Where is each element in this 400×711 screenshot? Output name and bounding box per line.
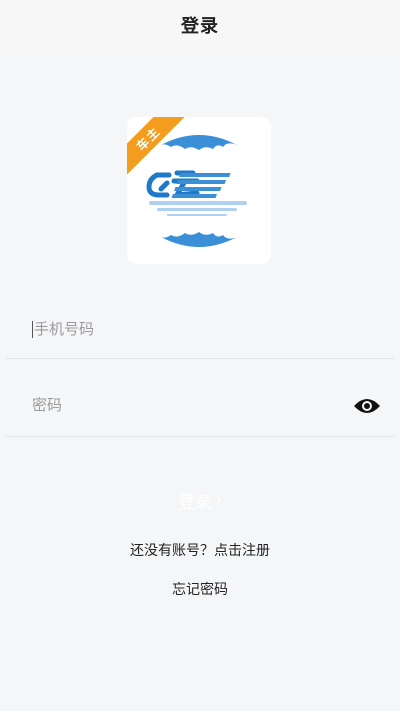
text-cursor: [32, 320, 33, 338]
app-header: 登录: [0, 0, 400, 50]
eye-icon[interactable]: [353, 396, 381, 416]
chevron-right-icon: ›: [216, 491, 222, 509]
login-button-label: 登录: [178, 492, 212, 513]
register-link[interactable]: 还没有账号？点击注册: [0, 540, 400, 560]
phone-divider: [6, 358, 394, 359]
password-input[interactable]: [32, 396, 332, 414]
forgot-password-link[interactable]: 忘记密码: [0, 579, 400, 599]
page-title: 登录: [181, 16, 219, 37]
password-field[interactable]: [32, 390, 362, 420]
phone-input[interactable]: [34, 320, 334, 338]
app-logo: 车主: [127, 117, 271, 264]
password-divider: [6, 436, 394, 437]
login-button[interactable]: 登录 ›: [140, 484, 260, 516]
phone-field[interactable]: [32, 314, 362, 344]
